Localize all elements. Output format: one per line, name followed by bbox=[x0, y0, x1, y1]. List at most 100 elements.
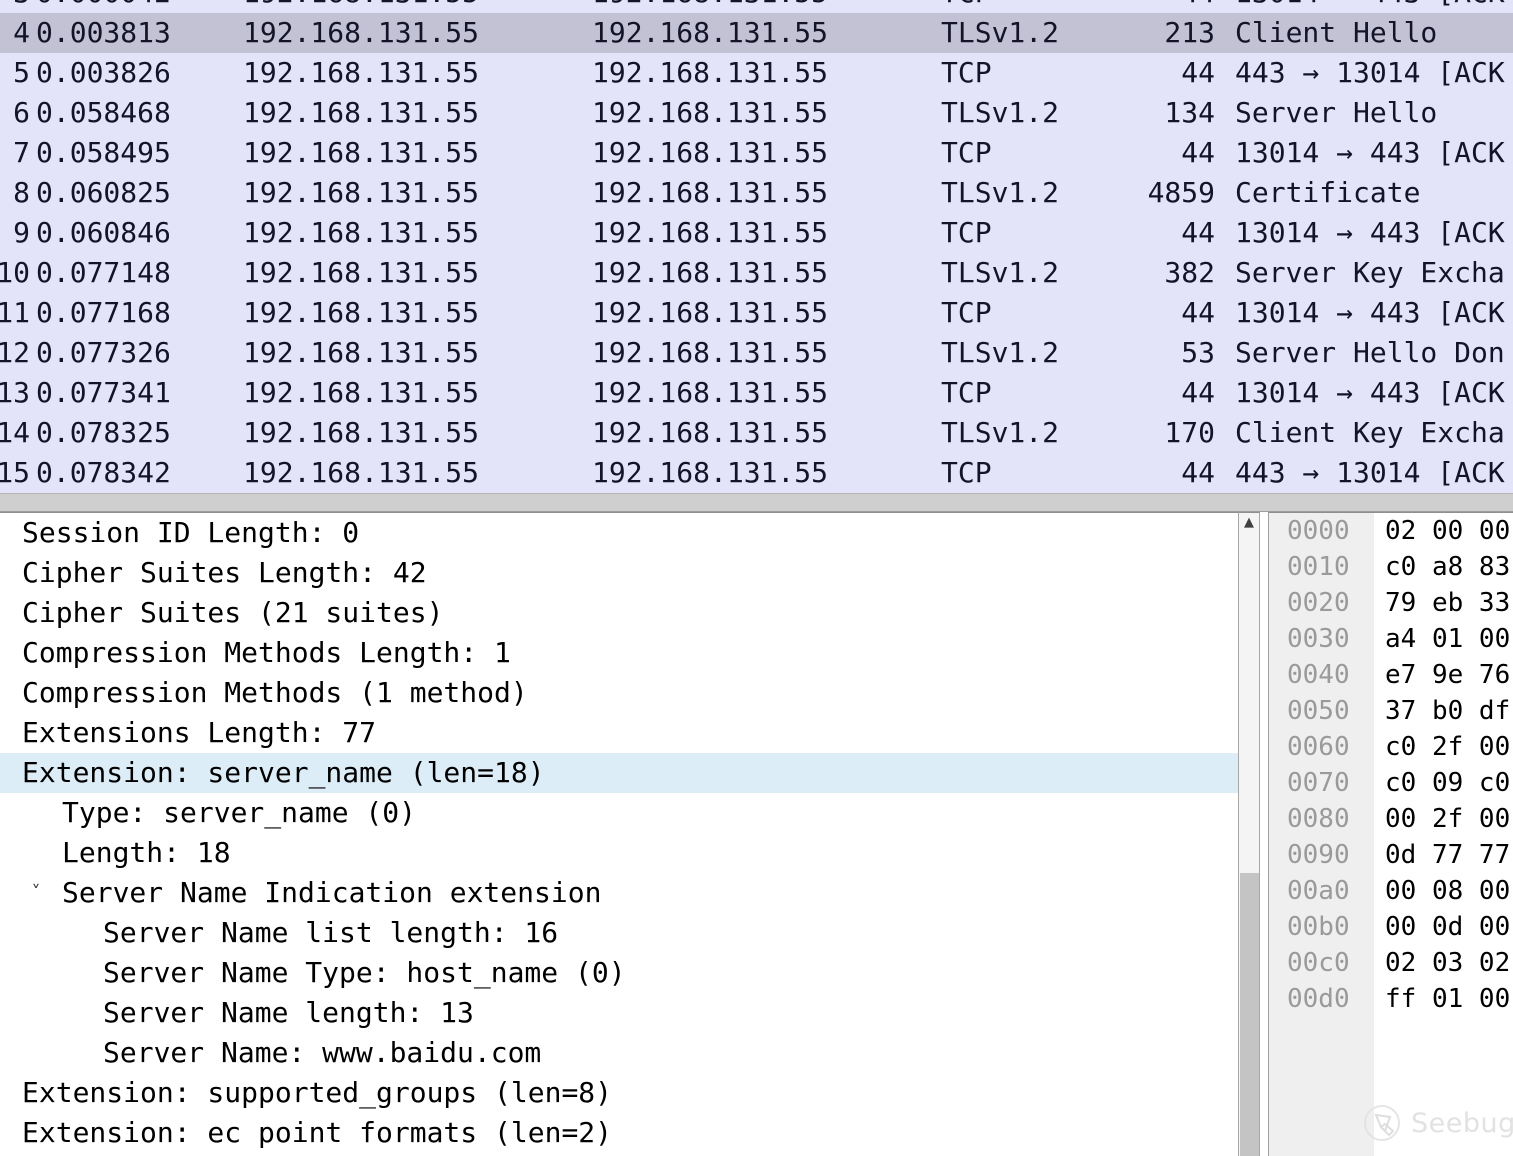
hex-row[interactable]: 0040e7 9e 76 bbox=[1269, 657, 1513, 693]
detail-tree-row[interactable]: ˅Cipher Suites (21 suites) bbox=[0, 593, 1238, 633]
hex-offset: 0020 bbox=[1287, 585, 1350, 621]
detail-tree-row[interactable]: ˅Compression Methods (1 method) bbox=[0, 673, 1238, 713]
hex-offset: 0030 bbox=[1287, 621, 1350, 657]
chevron-down-icon[interactable]: ˅ bbox=[0, 673, 6, 713]
packet-source-cell: 192.168.131.55 bbox=[243, 13, 523, 53]
packet-source-cell: 192.168.131.55 bbox=[243, 293, 523, 333]
packet-destination-cell: 192.168.131.55 bbox=[592, 133, 872, 173]
table-row[interactable]: 50.003826192.168.131.55192.168.131.55TCP… bbox=[0, 53, 1513, 93]
seebug-watermark-label: Seebug bbox=[1411, 1106, 1513, 1142]
packet-details-scrollbar[interactable]: ▲ bbox=[1238, 512, 1260, 1156]
hex-offset: 0060 bbox=[1287, 729, 1350, 765]
table-row[interactable]: 130.077341192.168.131.55192.168.131.55TC… bbox=[0, 373, 1513, 413]
detail-tree-row[interactable]: Extensions Length: 77 bbox=[0, 713, 1238, 753]
packet-source-cell: 192.168.131.55 bbox=[243, 0, 523, 13]
chevron-down-icon[interactable]: ˅ bbox=[0, 753, 6, 793]
detail-tree-row[interactable]: Session ID Length: 0 bbox=[0, 513, 1238, 553]
detail-tree-row[interactable]: ˅Extension: supported_groups (len=8) bbox=[0, 1073, 1238, 1113]
table-row[interactable]: 140.078325192.168.131.55192.168.131.55TL… bbox=[0, 413, 1513, 453]
detail-tree-row[interactable]: Server Name list length: 16 bbox=[0, 913, 1238, 953]
packet-protocol-cell: TLSv1.2 bbox=[941, 173, 1131, 213]
hex-row[interactable]: 0010c0 a8 83 bbox=[1269, 549, 1513, 585]
table-row[interactable]: 110.077168192.168.131.55192.168.131.55TC… bbox=[0, 293, 1513, 333]
detail-tree-row[interactable]: ˅Server Name Indication extension bbox=[0, 873, 1238, 913]
packet-length-cell: 44 bbox=[1120, 453, 1215, 493]
packet-protocol-cell: TCP bbox=[941, 53, 1131, 93]
packet-destination-cell: 192.168.131.55 bbox=[592, 333, 872, 373]
detail-tree-row[interactable]: Cipher Suites Length: 42 bbox=[0, 553, 1238, 593]
detail-tree-row[interactable]: Compression Methods Length: 1 bbox=[0, 633, 1238, 673]
chevron-down-icon[interactable]: ˅ bbox=[26, 873, 46, 913]
hex-offset: 00a0 bbox=[1287, 873, 1350, 909]
packet-info-cell: Server Key Excha bbox=[1235, 253, 1513, 293]
detail-tree-label: Extensions Length: 77 bbox=[22, 713, 376, 753]
packet-bytes-pane[interactable]: 000002 00 000010c0 a8 83002079 eb 330030… bbox=[1268, 512, 1513, 1156]
hex-offset: 0080 bbox=[1287, 801, 1350, 837]
packet-time-cell: 0.003826 bbox=[36, 53, 196, 93]
detail-tree-row[interactable]: Server Name length: 13 bbox=[0, 993, 1238, 1033]
hex-bytes: e7 9e 76 bbox=[1385, 657, 1510, 693]
packet-source-cell: 192.168.131.55 bbox=[243, 133, 523, 173]
packet-list-pane[interactable]: 30.000042192.168.131.55192.168.131.55TCP… bbox=[0, 0, 1513, 493]
hex-offset: 0010 bbox=[1287, 549, 1350, 585]
packet-info-cell: 13014 → 443 [ACK bbox=[1235, 373, 1513, 413]
detail-tree-label: Cipher Suites Length: 42 bbox=[22, 553, 427, 593]
hex-row[interactable]: 0070c0 09 c0 bbox=[1269, 765, 1513, 801]
hex-bytes: ff 01 00 bbox=[1385, 981, 1510, 1017]
table-row[interactable]: 80.060825192.168.131.55192.168.131.55TLS… bbox=[0, 173, 1513, 213]
table-row[interactable]: 120.077326192.168.131.55192.168.131.55TL… bbox=[0, 333, 1513, 373]
detail-tree-row[interactable]: Server Name Type: host_name (0) bbox=[0, 953, 1238, 993]
packet-time-cell: 0.000042 bbox=[36, 0, 196, 13]
detail-tree-row[interactable]: Length: 18 bbox=[0, 833, 1238, 873]
chevron-down-icon[interactable]: ˅ bbox=[0, 593, 6, 633]
packet-time-cell: 0.058468 bbox=[36, 93, 196, 133]
packet-source-cell: 192.168.131.55 bbox=[243, 53, 523, 93]
packet-destination-cell: 192.168.131.55 bbox=[592, 293, 872, 333]
table-row[interactable]: 150.078342192.168.131.55192.168.131.55TC… bbox=[0, 453, 1513, 493]
pane-splitter-horizontal[interactable] bbox=[0, 493, 1513, 512]
packet-details-pane[interactable]: Session ID Length: 0Cipher Suites Length… bbox=[0, 512, 1238, 1156]
packet-length-cell: 382 bbox=[1120, 253, 1215, 293]
hex-row[interactable]: 00d0ff 01 00 bbox=[1269, 981, 1513, 1017]
table-row[interactable]: 100.077148192.168.131.55192.168.131.55TL… bbox=[0, 253, 1513, 293]
chevron-down-icon[interactable]: ˅ bbox=[0, 1073, 6, 1113]
hex-row[interactable]: 00c002 03 02 bbox=[1269, 945, 1513, 981]
hex-row[interactable]: 008000 2f 00 bbox=[1269, 801, 1513, 837]
hex-row[interactable]: 000002 00 00 bbox=[1269, 513, 1513, 549]
packet-protocol-cell: TCP bbox=[941, 293, 1131, 333]
hex-row[interactable]: 0060c0 2f 00 bbox=[1269, 729, 1513, 765]
packet-protocol-cell: TCP bbox=[941, 373, 1131, 413]
packet-protocol-cell: TLSv1.2 bbox=[941, 93, 1131, 133]
hex-row[interactable]: 00a000 08 00 bbox=[1269, 873, 1513, 909]
detail-tree-label: Server Name list length: 16 bbox=[103, 913, 558, 953]
packet-source-cell: 192.168.131.55 bbox=[243, 253, 523, 293]
lower-panes: Session ID Length: 0Cipher Suites Length… bbox=[0, 512, 1513, 1156]
packet-source-cell: 192.168.131.55 bbox=[243, 373, 523, 413]
table-row[interactable]: 70.058495192.168.131.55192.168.131.55TCP… bbox=[0, 133, 1513, 173]
detail-tree-row[interactable]: ˅Extension: ec point formats (len=2) bbox=[0, 1113, 1238, 1153]
detail-tree-row[interactable]: Server Name: www.baidu.com bbox=[0, 1033, 1238, 1073]
hex-row[interactable]: 005037 b0 df bbox=[1269, 693, 1513, 729]
detail-tree-row[interactable]: ˅Extension: server_name (len=18) bbox=[0, 753, 1238, 793]
detail-tree-label: Server Name: www.baidu.com bbox=[103, 1033, 541, 1073]
hex-row[interactable]: 00900d 77 77 bbox=[1269, 837, 1513, 873]
hex-row[interactable]: 00b000 0d 00 bbox=[1269, 909, 1513, 945]
packet-source-cell: 192.168.131.55 bbox=[243, 453, 523, 493]
scroll-up-arrow-icon[interactable]: ▲ bbox=[1239, 513, 1259, 533]
hex-bytes: a4 01 00 bbox=[1385, 621, 1510, 657]
detail-tree-row[interactable]: Type: server_name (0) bbox=[0, 793, 1238, 833]
table-row[interactable]: 30.000042192.168.131.55192.168.131.55TCP… bbox=[0, 0, 1513, 13]
hex-row[interactable]: 0030 a4 01 00 bbox=[1269, 621, 1513, 657]
table-row[interactable]: 40.003813192.168.131.55192.168.131.55TLS… bbox=[0, 13, 1513, 53]
packet-source-cell: 192.168.131.55 bbox=[243, 173, 523, 213]
table-row[interactable]: 60.058468192.168.131.55192.168.131.55TLS… bbox=[0, 93, 1513, 133]
table-row[interactable]: 90.060846192.168.131.55192.168.131.55TCP… bbox=[0, 213, 1513, 253]
hex-bytes: c0 09 c0 bbox=[1385, 765, 1510, 801]
chevron-down-icon[interactable]: ˅ bbox=[0, 1113, 6, 1153]
scrollbar-thumb[interactable] bbox=[1240, 873, 1259, 1156]
hex-offset: 00c0 bbox=[1287, 945, 1350, 981]
packet-no-cell: 11 bbox=[0, 293, 30, 333]
hex-row[interactable]: 002079 eb 33 bbox=[1269, 585, 1513, 621]
packet-info-cell: Server Hello Don bbox=[1235, 333, 1513, 373]
packet-length-cell: 44 bbox=[1120, 133, 1215, 173]
